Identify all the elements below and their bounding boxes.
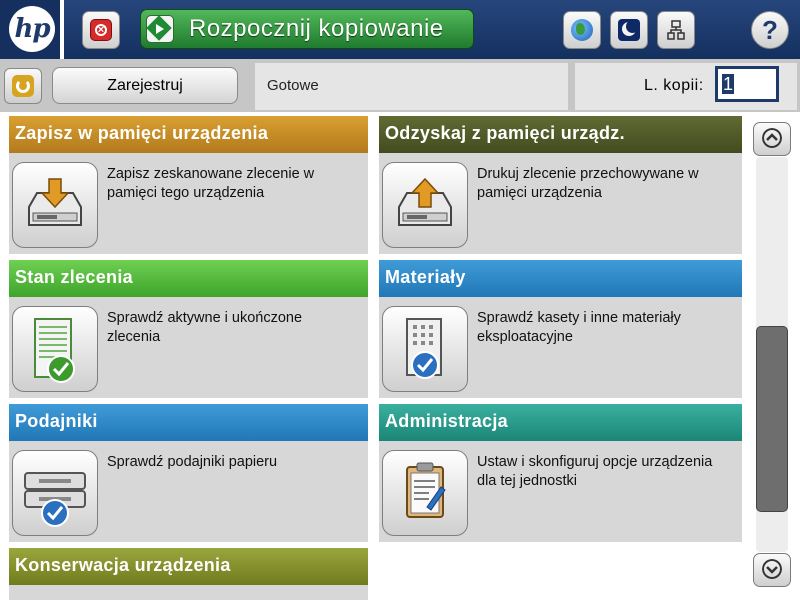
tile-supplies[interactable]: Materiały Sprawdź kasety i inne materiał… <box>379 260 742 398</box>
status-text: Gotowe <box>267 77 319 94</box>
trays-button[interactable] <box>12 450 98 536</box>
tile-save-to-device[interactable]: Zapisz w pamięci urządzenia Zapisz zeska… <box>9 116 368 254</box>
copies-area: L. kopii: 1 <box>575 63 797 110</box>
hp-logo-text: hp <box>9 6 55 52</box>
refresh-icon <box>12 75 34 97</box>
tile-title: Zapisz w pamięci urządzenia <box>9 116 368 153</box>
chevron-up-icon <box>762 128 782 148</box>
hp-logo: hp <box>0 0 64 59</box>
tile-description: Zapisz zeskanowane zlecenie w pamięci te… <box>107 166 315 201</box>
tile-title: Podajniki <box>9 404 368 441</box>
job-status-icon <box>34 318 75 383</box>
moon-icon <box>618 19 640 41</box>
supplies-button[interactable] <box>382 306 468 392</box>
network-button[interactable] <box>657 11 695 49</box>
start-icon <box>146 15 174 43</box>
help-button[interactable]: ? <box>751 11 789 49</box>
stop-button[interactable]: × <box>82 11 120 49</box>
status-bar: Zarejestruj Gotowe L. kopii: 1 <box>0 59 800 112</box>
tile-job-status[interactable]: Stan zlecenia Sprawdź aktywne i ukończon… <box>9 260 368 398</box>
reset-button[interactable] <box>4 68 42 104</box>
start-copy-button[interactable]: Rozpocznij kopiowanie <box>140 9 474 49</box>
copies-label: L. kopii: <box>644 77 704 94</box>
help-icon: ? <box>762 15 778 45</box>
status-message-area: Gotowe <box>255 63 568 110</box>
administration-icon <box>406 462 446 518</box>
register-button[interactable]: Zarejestruj <box>52 67 238 104</box>
copies-input[interactable]: 1 <box>715 66 779 102</box>
network-icon <box>667 20 685 40</box>
scrollbar <box>748 112 800 600</box>
tile-description: Sprawdź kasety i inne materiały eksploat… <box>477 310 681 345</box>
language-button[interactable] <box>563 11 601 49</box>
trays-icon <box>24 472 86 527</box>
job-status-button[interactable] <box>12 306 98 392</box>
tile-trays[interactable]: Podajniki Sprawdź podajniki papieru <box>9 404 368 542</box>
tile-title: Konserwacja urządzenia <box>9 548 368 585</box>
tile-title: Administracja <box>379 404 742 441</box>
retrieve-from-device-icon <box>398 177 452 226</box>
supplies-icon <box>406 318 442 379</box>
scroll-up-button[interactable] <box>753 122 791 156</box>
scroll-thumb[interactable] <box>756 326 788 512</box>
tile-description: Drukuj zlecenie przechowywane w pamięci … <box>477 166 699 201</box>
sleep-button[interactable] <box>610 11 648 49</box>
stop-icon: × <box>90 19 112 41</box>
tile-title: Materiały <box>379 260 742 297</box>
copies-value: 1 <box>722 74 735 94</box>
scroll-down-button[interactable] <box>753 553 791 587</box>
retrieve-from-device-button[interactable] <box>382 162 468 248</box>
start-copy-label: Rozpocznij kopiowanie <box>189 15 444 42</box>
save-to-device-button[interactable] <box>12 162 98 248</box>
save-to-device-icon <box>28 178 82 226</box>
globe-icon <box>571 19 593 41</box>
tile-description: Sprawdź aktywne i ukończone zlecenia <box>107 310 303 345</box>
chevron-down-icon <box>762 559 782 579</box>
top-bar: hp × Rozpocznij kopiowanie ? <box>0 0 800 59</box>
tile-administration[interactable]: Administracja Ustaw i skonfiguruj opcje … <box>379 404 742 542</box>
tile-title: Odzyskaj z pamięci urządz. <box>379 116 742 153</box>
tile-description: Ustaw i skonfiguruj opcje urządzenia dla… <box>477 454 713 489</box>
tile-title: Stan zlecenia <box>9 260 368 297</box>
tile-retrieve-from-device[interactable]: Odzyskaj z pamięci urządz. Drukuj zlecen… <box>379 116 742 254</box>
administration-button[interactable] <box>382 450 468 536</box>
tile-description: Sprawdź podajniki papieru <box>107 454 278 470</box>
tile-device-maintenance[interactable]: Konserwacja urządzenia <box>9 548 368 600</box>
